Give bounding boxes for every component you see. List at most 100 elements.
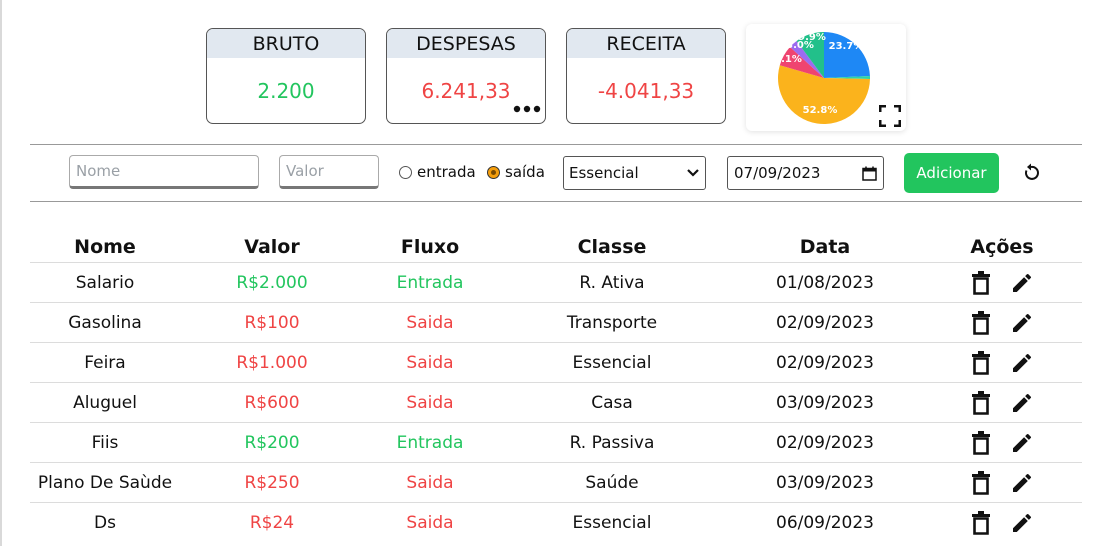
bruto-value: 2.200: [257, 79, 315, 103]
receita-label: RECEITA: [567, 29, 725, 58]
row-nome: Gasolina: [68, 313, 142, 333]
row-data: 01/08/2023: [776, 273, 874, 293]
row-nome: Ds: [94, 513, 116, 533]
trash-icon[interactable]: [970, 311, 992, 335]
row-nome: Aluguel: [73, 393, 137, 413]
row-actions: [970, 471, 1034, 495]
row-classe: Essencial: [572, 513, 652, 533]
chevron-down-icon: [687, 169, 699, 177]
date-input[interactable]: 07/09/2023: [727, 156, 884, 190]
name-input[interactable]: [69, 155, 259, 189]
radio-saida-circle[interactable]: [487, 165, 500, 179]
row-classe: R. Ativa: [579, 273, 645, 293]
row-fluxo: Saida: [406, 313, 454, 333]
row-data: 02/09/2023: [776, 353, 874, 373]
row-data: 06/09/2023: [776, 513, 874, 533]
table-row: Gasolina R$100 Saida Transporte 02/09/20…: [30, 302, 1082, 342]
refresh-icon[interactable]: [1021, 163, 1041, 183]
pencil-icon[interactable]: [1010, 511, 1034, 535]
pencil-icon[interactable]: [1010, 431, 1034, 455]
trash-icon[interactable]: [970, 511, 992, 535]
pencil-icon[interactable]: [1010, 351, 1034, 375]
table-row: Salario R$2.000 Entrada R. Ativa 01/08/2…: [30, 262, 1082, 302]
radio-saida-label: saída: [505, 163, 545, 181]
row-data: 03/09/2023: [776, 473, 874, 493]
pie-slice: [824, 32, 870, 78]
bruto-card: BRUTO 2.200: [206, 28, 366, 124]
pie-label-1: 52.8%: [803, 105, 838, 116]
row-fluxo: Saida: [406, 393, 454, 413]
more-dots-icon[interactable]: [513, 104, 541, 114]
header-acoes: Ações: [970, 236, 1034, 258]
row-fluxo: Entrada: [396, 273, 464, 293]
table-row: Fiis R$200 Entrada R. Passiva 02/09/2023: [30, 422, 1082, 462]
row-valor: R$200: [244, 433, 300, 453]
row-nome: Fiis: [91, 433, 119, 453]
trash-icon[interactable]: [970, 351, 992, 375]
table-row: Feira R$1.000 Saida Essencial 02/09/2023: [30, 342, 1082, 382]
pie-chart-card: 23.7% 52.8% 7.1% 3.0% 9.9%: [746, 24, 906, 131]
pencil-icon[interactable]: [1010, 311, 1034, 335]
row-actions: [970, 391, 1034, 415]
radio-entrada-circle[interactable]: [399, 165, 412, 179]
row-actions: [970, 311, 1034, 335]
row-valor: R$1.000: [236, 353, 308, 373]
pie-label-2: 7.1%: [776, 54, 802, 65]
table-row: Aluguel R$600 Saida Casa 03/09/2023: [30, 382, 1082, 422]
header-nome: Nome: [74, 236, 136, 258]
receita-value: -4.041,33: [597, 79, 695, 103]
page-left-border: [0, 0, 2, 546]
row-nome: Feira: [84, 353, 126, 373]
header-data: Data: [799, 236, 851, 258]
radio-entrada[interactable]: entrada: [399, 163, 476, 181]
table-row: Plano De Saùde R$250 Saida Saúde 03/09/2…: [30, 462, 1082, 502]
row-actions: [970, 431, 1034, 455]
row-classe: R. Passiva: [569, 433, 655, 453]
pie-label-4: 9.9%: [798, 32, 826, 43]
row-classe: Saúde: [585, 473, 639, 493]
pencil-icon[interactable]: [1010, 391, 1034, 415]
despesas-card: DESPESAS 6.241,33: [386, 28, 546, 124]
class-select[interactable]: Essencial: [563, 156, 706, 190]
row-data: 03/09/2023: [776, 393, 874, 413]
table-row: Ds R$24 Saida Essencial 06/09/2023: [30, 502, 1082, 542]
add-button[interactable]: Adicionar: [904, 153, 999, 193]
row-fluxo: Entrada: [396, 433, 464, 453]
pie-label-0: 23.7%: [829, 41, 864, 52]
pencil-icon[interactable]: [1010, 471, 1034, 495]
calendar-icon[interactable]: [862, 166, 877, 181]
trash-icon[interactable]: [970, 471, 992, 495]
radio-saida[interactable]: saída: [487, 163, 545, 181]
row-valor: R$100: [244, 313, 300, 333]
row-valor: R$2.000: [236, 273, 308, 293]
row-classe: Essencial: [572, 353, 652, 373]
row-nome: Plano De Saùde: [37, 473, 173, 493]
row-fluxo: Saida: [406, 353, 454, 373]
row-classe: Casa: [591, 393, 633, 413]
row-classe: Transporte: [566, 313, 658, 333]
trash-icon[interactable]: [970, 431, 992, 455]
form-bottom-divider: [30, 201, 1082, 202]
pencil-icon[interactable]: [1010, 271, 1034, 295]
row-fluxo: Saida: [406, 473, 454, 493]
row-data: 02/09/2023: [776, 313, 874, 333]
row-actions: [970, 271, 1034, 295]
trash-icon[interactable]: [970, 271, 992, 295]
row-valor: R$24: [249, 513, 295, 533]
trash-icon[interactable]: [970, 391, 992, 415]
date-value: 07/09/2023: [734, 164, 821, 182]
receita-card: RECEITA -4.041,33: [566, 28, 726, 124]
row-valor: R$250: [244, 473, 300, 493]
row-fluxo: Saida: [406, 513, 454, 533]
fullscreen-icon[interactable]: [879, 105, 901, 127]
form-top-divider: [30, 144, 1082, 145]
header-valor: Valor: [244, 236, 300, 258]
value-input[interactable]: [279, 155, 379, 189]
despesas-value: 6.241,33: [421, 79, 511, 103]
pie-chart: 23.7% 52.8% 7.1% 3.0% 9.9%: [776, 32, 870, 124]
header-fluxo: Fluxo: [400, 236, 460, 258]
row-nome: Salario: [75, 273, 135, 293]
row-actions: [970, 351, 1034, 375]
row-data: 02/09/2023: [776, 433, 874, 453]
header-classe: Classe: [577, 236, 647, 258]
